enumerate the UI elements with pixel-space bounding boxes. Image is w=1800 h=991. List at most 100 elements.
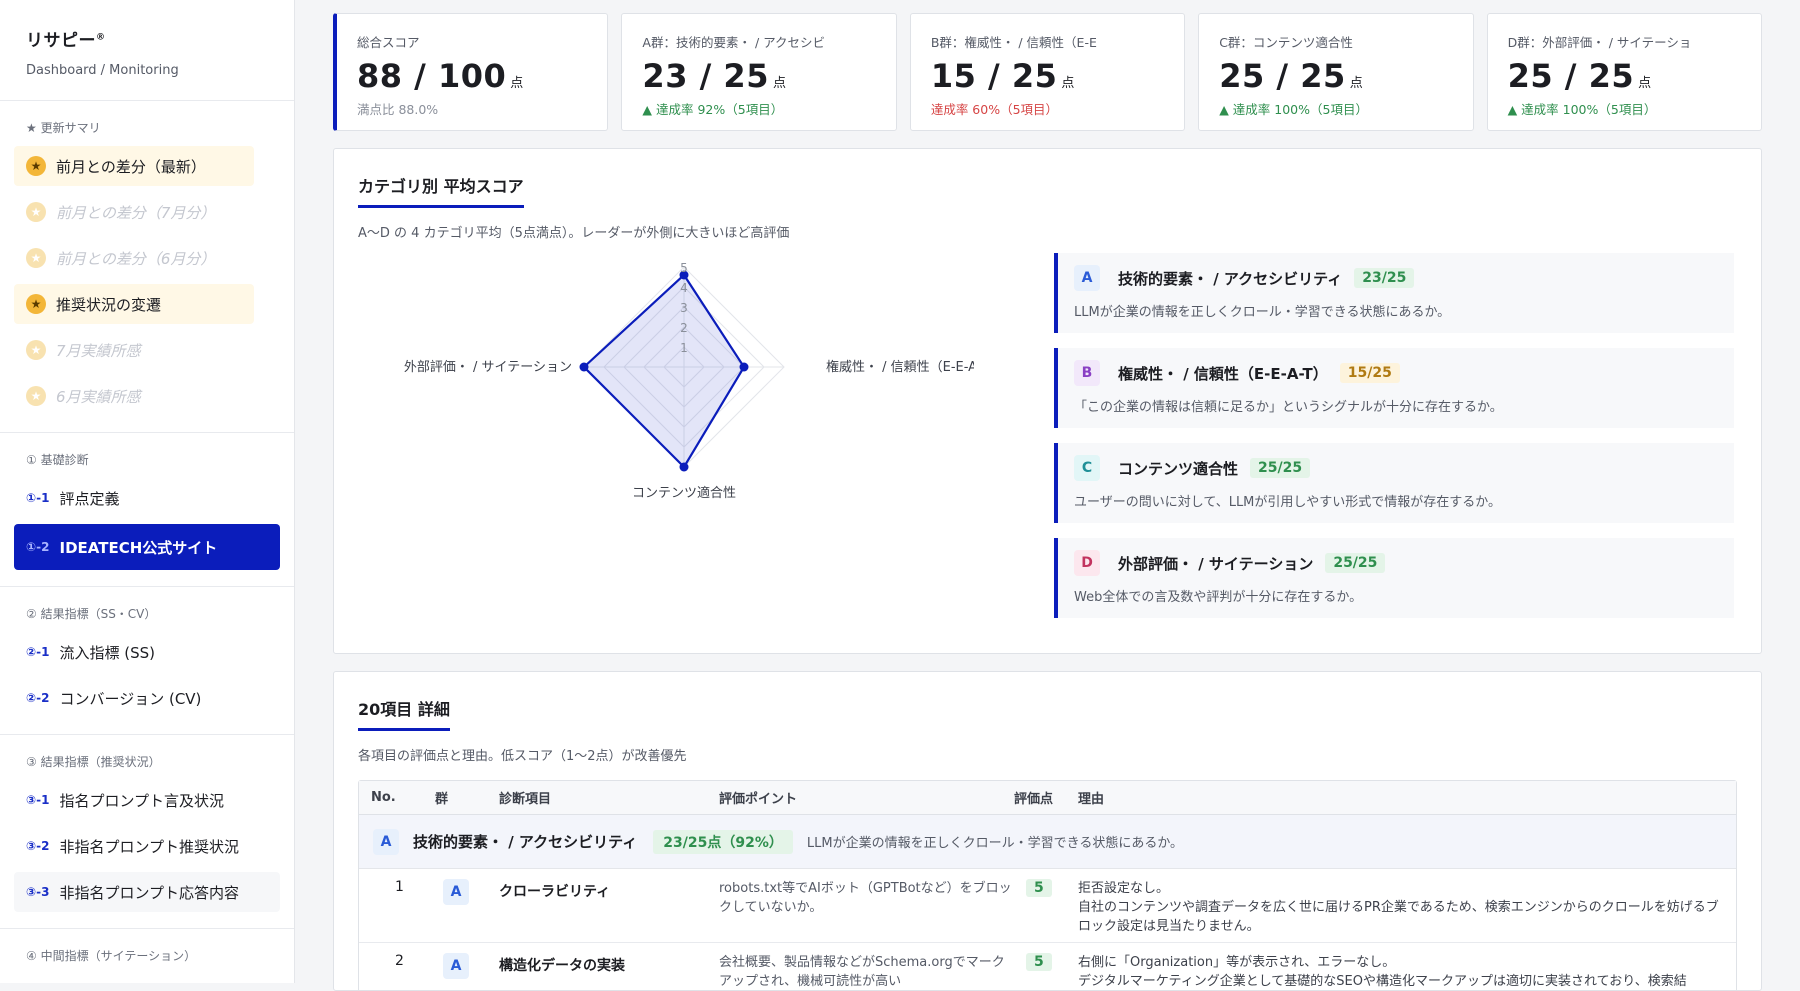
card-value-unit: 点 <box>1061 76 1075 91</box>
sidebar-item-label: 非指名プロンプト応答内容 <box>59 883 240 902</box>
row-score: 5 <box>1014 879 1078 897</box>
category-letter: C <box>1074 455 1100 481</box>
radar-data-point <box>739 362 749 372</box>
sidebar-item[interactable]: ★ 6月実績所感 <box>14 376 280 416</box>
group-letter: A <box>373 828 399 855</box>
category-header: D 外部評価・ / サイテーション 25/25 <box>1074 550 1718 576</box>
category-score: 15/25 <box>1339 363 1400 383</box>
sidebar-section: ② 結果指標（SS・CV） ②-1 流入指標 (SS) ②-2 コンバージョン (CV) <box>0 587 294 735</box>
card-value: 88 / 100 点 <box>357 57 587 95</box>
sidebar-item[interactable]: ★ 前月との差分（最新） <box>14 146 254 186</box>
row-score-pill: 5 <box>1026 879 1052 897</box>
section-heading: ④ 中間指標（サイテーション） <box>26 949 197 963</box>
card-footnote: ▲ 達成率 100%（5項目） <box>1507 102 1657 117</box>
radar-chart: 12345技術的要素・ / アクセシビリティ権威性・ / 信頼性（E-E-A-T… <box>404 261 974 501</box>
group-row[interactable]: A 技術的要素・ / アクセシビリティ 23/25点（92%） LLMが企業の情… <box>359 815 1736 869</box>
section-heading: ② 結果指標（SS・CV） <box>26 607 157 621</box>
card-label: A群：技術的要素・ / アクセシビ <box>642 35 826 50</box>
sidebar-item-label: 非指名プロンプト推奨状況 <box>59 837 240 856</box>
row-reason: 拒否設定なし。 自社のコンテンツや調査データを広く世に届けるPR企業であるため、… <box>1078 881 1719 934</box>
sidebar-item-code: ②-2 <box>26 691 50 705</box>
sidebar-item-label: コンバージョン (CV) <box>59 689 202 708</box>
category-letter: A <box>1074 265 1100 291</box>
detail-panel: 20項目 詳細 各項目の評価点と理由。低スコア（1〜2点）が改善優先 No. 群… <box>333 671 1762 991</box>
score-card[interactable]: B群：権威性・ / 信頼性（E-E 15 / 25 点達成率 60%（5項目） <box>909 13 1186 131</box>
table-row[interactable]: 2 A 構造化データの実装 会社概要、製品情報などがSchema.orgでマークアップ… <box>359 943 1736 990</box>
sidebar-section: ④ 中間指標（サイテーション） <box>0 929 294 983</box>
card-value-unit: 点 <box>1349 76 1364 91</box>
card-footnote: 達成率 60%（5項目） <box>930 102 1059 117</box>
sidebar-item[interactable]: ①-1 評点定義 <box>14 478 280 518</box>
sidebar-item[interactable]: ★ 7月実績所感 <box>14 330 280 370</box>
sidebar-item[interactable]: ②-1 流入指標 (SS) <box>14 632 280 672</box>
category-name: コンテンツ適合性 <box>1118 459 1239 478</box>
group-desc: LLMが企業の情報を正しくクロール・学習できる状態にあるか。 <box>806 836 1184 851</box>
card-value-unit: 点 <box>510 76 524 91</box>
category-card[interactable]: C コンテンツ適合性 25/25 ユーザーの問いに対して、LLMが引用しやすい形式で情… <box>1054 443 1734 523</box>
score-card[interactable]: C群：コンテンツ適合性 25 / 25 点 ▲ 達成率 100%（5項目） <box>1198 13 1474 131</box>
category-header: A 技術的要素・ / アクセシビリティ 23/25 <box>1074 265 1718 291</box>
category-card[interactable]: A 技術的要素・ / アクセシビリティ 23/25 LLMが企業の情報を正しくクロール… <box>1054 253 1734 333</box>
star-icon: ★ <box>26 248 46 268</box>
star-icon: ★ <box>26 202 46 222</box>
card-value-unit: 点 <box>772 76 787 91</box>
sidebar-item[interactable]: ★ 推奨状況の変遷 <box>14 284 254 324</box>
sidebar-item[interactable]: ★ 前月との差分（7月分） <box>14 192 280 232</box>
sidebar-item-label: 6月実績所感 <box>56 387 141 406</box>
sidebar-item[interactable]: ③-2 非指名プロンプト推奨状況 <box>14 826 280 866</box>
score-card[interactable]: 総合スコア 88 / 100 点満点比 88.0% <box>333 13 609 131</box>
group-name: 技術的要素・ / アクセシビリティ <box>413 833 638 851</box>
star-icon: ★ <box>26 340 46 360</box>
category-desc: 「この企業の情報は信頼に足るか」というシグナルが十分に存在するか。 <box>1074 400 1503 415</box>
category-card[interactable]: B 権威性・ / 信頼性（E-E-A-T） 15/25 「この企業の情報は信頼に足るか… <box>1054 348 1734 428</box>
sidebar-item[interactable]: ②-2 コンバージョン (CV) <box>14 678 280 718</box>
sidebar-item[interactable]: ③-1 指名プロンプト言及状況 <box>14 780 280 820</box>
star-icon: ★ <box>26 294 46 314</box>
table-rows: 1 A クローラビリティ robots.txt等でAIボット（GPTBotなど）をブロ… <box>359 869 1736 990</box>
sidebar-item-label: 7月実績所感 <box>56 341 141 360</box>
row-group-letter: A <box>443 953 469 979</box>
sidebar-item-code: ①-1 <box>26 491 50 505</box>
radar-axis-label: 権威性・ / 信頼性（E-E-A-T） <box>826 359 974 375</box>
card-label: B群：権威性・ / 信頼性（E-E <box>930 35 1097 50</box>
sidebar-item-label: 前月との差分（最新） <box>56 157 206 176</box>
brand-title[interactable]: リサピー® <box>26 26 268 51</box>
row-number: 2 <box>395 953 404 969</box>
sidebar-section: ★ 更新サマリ ★ 前月との差分（最新） ★ 前月との差分（7月分） ★ 前月との差分（6月… <box>0 101 294 433</box>
sidebar-item[interactable]: ★ 前月との差分（6月分） <box>14 238 280 278</box>
detail-title: 20項目 詳細 <box>358 696 450 731</box>
category-desc: Web全体での言及数や評判が十分に存在するか。 <box>1074 590 1363 605</box>
radar-tick-label: 3 <box>680 301 688 315</box>
card-value-number: 25 / 25 <box>1219 57 1346 95</box>
score-card[interactable]: D群：外部評価・ / サイテーショ 25 / 25 点 ▲ 達成率 100%（5項目） <box>1486 13 1762 131</box>
row-reason: 右側に「Organization」等が表示され、エラーなし。 デジタルマーケティ… <box>1078 955 1687 989</box>
row-score-pill: 5 <box>1026 953 1052 971</box>
sidebar-section: ③ 結果指標（推奨状況） ③-1 指名プロンプト言及状況 ③-2 非指名プロンプト推奨状… <box>0 735 294 929</box>
header-reason: 理由 <box>1078 792 1105 807</box>
table-row[interactable]: 1 A クローラビリティ robots.txt等でAIボット（GPTBotなど）をブロ… <box>359 869 1736 943</box>
card-value-number: 23 / 25 <box>642 57 769 95</box>
sidebar-item-label: 指名プロンプト言及状況 <box>59 791 225 810</box>
category-card[interactable]: D 外部評価・ / サイテーション 25/25 Web全体での言及数や評判が十分に存在… <box>1054 538 1734 618</box>
card-value: 23 / 25 点 <box>642 57 875 95</box>
card-value-unit: 点 <box>1638 76 1652 91</box>
card-value: 15 / 25 点 <box>931 57 1164 95</box>
category-letter: D <box>1074 550 1100 576</box>
row-number: 1 <box>395 879 404 895</box>
sidebar-item[interactable]: ①-2 IDEATECH公式サイト <box>14 524 280 570</box>
card-footnote: ▲ 達成率 100%（5項目） <box>1219 102 1368 117</box>
card-value-number: 15 / 25 <box>930 57 1058 95</box>
category-desc: ユーザーの問いに対して、LLMが引用しやすい形式で情報が存在するか。 <box>1074 495 1502 510</box>
row-group: A <box>427 953 499 979</box>
score-cards: 総合スコア 88 / 100 点満点比 88.0% A群：技術的要素・ / アクセシビ… <box>333 13 1762 131</box>
score-card[interactable]: A群：技術的要素・ / アクセシビ 23 / 25 点 ▲ 達成率 92%（5項目） <box>621 13 897 131</box>
header-point: 評価ポイント <box>719 792 798 807</box>
card-value: 25 / 25 点 <box>1508 57 1741 95</box>
sidebar-item-label: 流入指標 (SS) <box>59 643 156 662</box>
sidebar-item-label: 評点定義 <box>59 489 120 508</box>
star-icon: ★ <box>26 156 46 176</box>
card-label: 総合スコア <box>357 35 420 50</box>
radar-tick-label: 2 <box>680 321 688 335</box>
sidebar: リサピー® Dashboard / Monitoring ★ 更新サマリ ★ 前月と… <box>0 0 295 983</box>
sidebar-item[interactable]: ③-3 非指名プロンプト応答内容 <box>14 872 280 912</box>
